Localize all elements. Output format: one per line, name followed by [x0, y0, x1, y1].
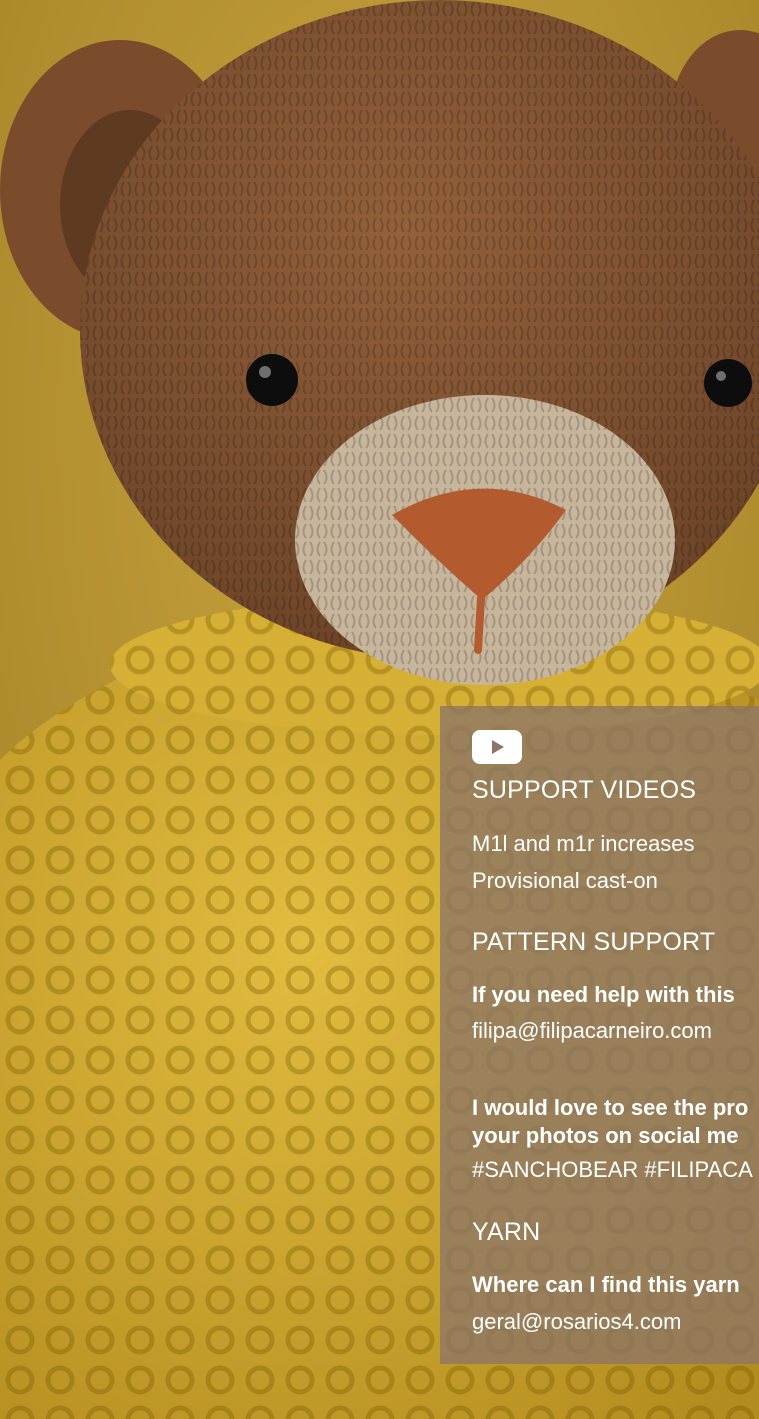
youtube-icon[interactable]: [472, 730, 522, 764]
pattern-help-text: If you need help with this: [472, 982, 735, 1007]
page: SUPPORT VIDEOS M1l and m1r increases Pro…: [0, 0, 759, 1419]
social-text-line-2: your photos on social me: [472, 1123, 739, 1148]
yarn-email[interactable]: geral@rosarios4.com: [472, 1309, 681, 1335]
yarn-question: Where can I find this yarn: [472, 1272, 740, 1297]
support-video-link-cast-on[interactable]: Provisional cast-on: [472, 868, 658, 894]
hashtags: #SANCHOBEAR #FILIPACA: [472, 1157, 753, 1182]
yarn-heading: YARN: [472, 1218, 541, 1246]
info-panel: SUPPORT VIDEOS M1l and m1r increases Pro…: [440, 706, 759, 1364]
support-video-link-increases[interactable]: M1l and m1r increases: [472, 831, 695, 857]
pattern-support-heading: PATTERN SUPPORT: [472, 928, 716, 956]
pattern-support-email[interactable]: filipa@filipacarneiro.com: [472, 1018, 712, 1044]
social-text-line-1: I would love to see the pro: [472, 1095, 749, 1120]
support-videos-heading: SUPPORT VIDEOS: [472, 776, 697, 804]
